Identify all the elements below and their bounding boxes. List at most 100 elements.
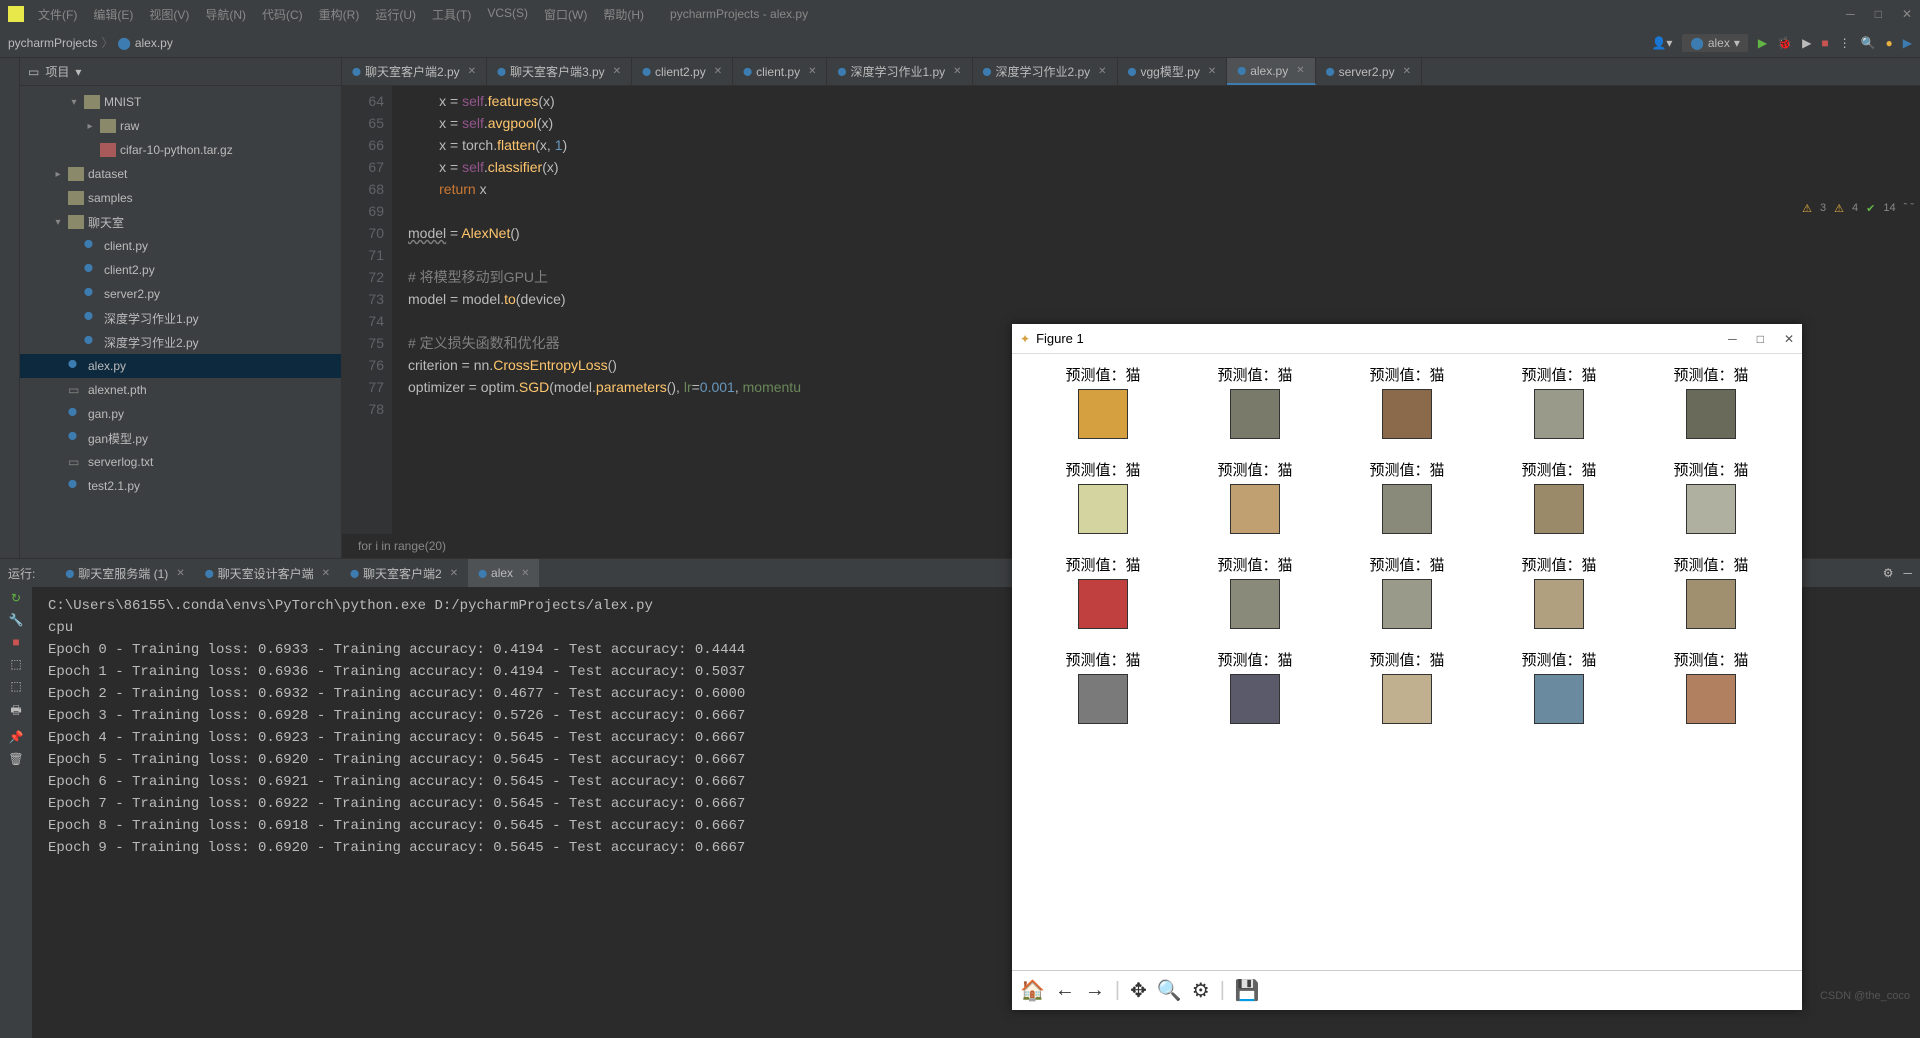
scroll-icon[interactable]: ⬚ xyxy=(10,679,21,693)
tree-item[interactable]: ▸dataset xyxy=(20,162,341,186)
menu-item[interactable]: 帮助(H) xyxy=(597,4,650,25)
maximize-icon[interactable]: □ xyxy=(1875,7,1882,21)
close-tab-icon[interactable]: ✕ xyxy=(1098,66,1106,77)
left-tool-strip[interactable] xyxy=(0,58,20,558)
menu-item[interactable]: 工具(T) xyxy=(426,4,477,25)
close-tab-icon[interactable]: ✕ xyxy=(714,66,722,77)
stop-icon[interactable]: ■ xyxy=(1821,36,1828,50)
tree-item[interactable]: ⬤client.py xyxy=(20,234,341,258)
chevron-icon[interactable]: ˆ ˇ xyxy=(1904,202,1914,215)
subplots-icon[interactable]: ⚙ xyxy=(1192,978,1210,1003)
tree-item[interactable]: ⬤gan.py xyxy=(20,402,341,426)
tree-item[interactable]: ⬤深度学习作业1.py xyxy=(20,306,341,330)
menu-item[interactable]: VCS(S) xyxy=(481,4,534,25)
editor-tab[interactable]: ⬤深度学习作业2.py✕ xyxy=(973,58,1118,85)
editor-tab[interactable]: ⬤alex.py✕ xyxy=(1227,58,1315,85)
editor-tab[interactable]: ⬤server2.py✕ xyxy=(1316,58,1422,85)
inspections-widget[interactable]: ⚠3 ⚠4 ✔14 ˆ ˇ xyxy=(1802,202,1914,215)
menu-item[interactable]: 编辑(E) xyxy=(87,4,139,25)
wrench-icon[interactable]: 🔧 xyxy=(9,613,24,627)
minimize-icon[interactable]: ─ xyxy=(1846,7,1855,21)
prediction-cell: 预测值：猫 xyxy=(1032,554,1174,629)
more-icon[interactable]: ⋮ xyxy=(1839,36,1851,50)
print-icon[interactable]: 🖶 xyxy=(10,701,21,722)
menu-item[interactable]: 导航(N) xyxy=(199,4,252,25)
sidebar-header[interactable]: ▭ 项目 ▾ xyxy=(20,58,341,86)
run-tab[interactable]: ⬤聊天室客户端2✕ xyxy=(340,559,468,587)
close-icon[interactable]: ✕ xyxy=(1784,332,1794,346)
tree-item[interactable]: ▭alexnet.pth xyxy=(20,378,341,402)
tree-item[interactable]: ⬤test2.1.py xyxy=(20,474,341,498)
line-gutter: 646566676869707172737475767778 xyxy=(342,86,392,534)
editor-tab[interactable]: ⬤深度学习作业1.py✕ xyxy=(827,58,972,85)
trash-icon[interactable]: 🗑 xyxy=(8,752,23,766)
close-icon[interactable]: ✕ xyxy=(1902,7,1912,21)
sync-icon[interactable]: ▶ xyxy=(1903,36,1912,50)
home-icon[interactable]: 🏠 xyxy=(1020,978,1045,1003)
menu-item[interactable]: 视图(V) xyxy=(143,4,195,25)
debug-icon[interactable]: 🐞 xyxy=(1777,36,1792,50)
tree-item[interactable]: ⬤alex.py xyxy=(20,354,341,378)
tree-item[interactable]: ⬤gan模型.py xyxy=(20,426,341,450)
editor-tab[interactable]: ⬤client2.py✕ xyxy=(632,58,733,85)
close-tab-icon[interactable]: ✕ xyxy=(953,66,961,77)
tree-item[interactable]: ▭serverlog.txt xyxy=(20,450,341,474)
ide-update-icon[interactable]: ● xyxy=(1886,36,1893,50)
close-tab-icon[interactable]: ✕ xyxy=(1403,66,1411,77)
editor-tab[interactable]: ⬤vgg模型.py✕ xyxy=(1118,58,1228,85)
tree-item[interactable]: ▾聊天室 xyxy=(20,210,341,234)
menu-item[interactable]: 代码(C) xyxy=(256,4,309,25)
run-icon[interactable]: ▶ xyxy=(1758,36,1767,50)
maximize-icon[interactable]: □ xyxy=(1757,332,1764,346)
pan-icon[interactable]: ✥ xyxy=(1130,978,1147,1003)
sidebar-title: 项目 xyxy=(45,63,69,80)
pin-icon[interactable]: 📌 xyxy=(9,730,24,744)
minimize-icon[interactable]: ─ xyxy=(1728,332,1737,346)
close-tab-icon[interactable]: ✕ xyxy=(1296,65,1304,76)
thumbnail-image xyxy=(1382,579,1432,629)
tree-item[interactable]: ⬤server2.py xyxy=(20,282,341,306)
user-icon[interactable]: 👤▾ xyxy=(1651,36,1672,50)
figure-titlebar[interactable]: ✦ Figure 1 ─ □ ✕ xyxy=(1012,324,1802,354)
app-icon xyxy=(8,6,24,22)
tree-item[interactable]: ⬤client2.py xyxy=(20,258,341,282)
search-icon[interactable]: 🔍 xyxy=(1861,36,1876,50)
tree-item[interactable]: ▸raw xyxy=(20,114,341,138)
gear-icon[interactable]: ⚙ xyxy=(1883,566,1894,580)
hide-icon[interactable]: ─ xyxy=(1903,566,1912,580)
editor-tab[interactable]: ⬤client.py✕ xyxy=(733,58,827,85)
stop-icon[interactable]: ■ xyxy=(12,635,19,649)
close-tab-icon[interactable]: ✕ xyxy=(613,66,621,77)
run-tab[interactable]: ⬤alex✕ xyxy=(468,559,539,587)
breadcrumb-file[interactable]: alex.py xyxy=(135,36,173,50)
layout-icon[interactable]: ⬚ xyxy=(10,657,21,671)
editor-tab[interactable]: ⬤聊天室客户端2.py✕ xyxy=(342,58,487,85)
menu-item[interactable]: 窗口(W) xyxy=(538,4,593,25)
tree-item[interactable]: samples xyxy=(20,186,341,210)
breadcrumb[interactable]: pycharmProjects 〉 ⬤ alex.py xyxy=(8,34,173,51)
rerun-icon[interactable]: ↻ xyxy=(11,591,21,605)
chevron-down-icon[interactable]: ▾ xyxy=(75,65,81,79)
close-tab-icon[interactable]: ✕ xyxy=(468,66,476,77)
menu-item[interactable]: 文件(F) xyxy=(32,4,83,25)
project-tree[interactable]: ▾MNIST▸raw cifar-10-python.tar.gz▸datase… xyxy=(20,86,341,558)
tree-item[interactable]: ▾MNIST xyxy=(20,90,341,114)
tree-item[interactable]: ⬤深度学习作业2.py xyxy=(20,330,341,354)
run-tab[interactable]: ⬤聊天室设计客户端✕ xyxy=(195,559,340,587)
run-config-selector[interactable]: ⬤ alex ▾ xyxy=(1682,34,1747,52)
menu-item[interactable]: 运行(U) xyxy=(369,4,422,25)
tree-item[interactable]: cifar-10-python.tar.gz xyxy=(20,138,341,162)
back-icon[interactable]: ← xyxy=(1055,979,1075,1002)
menu-item[interactable]: 重构(R) xyxy=(313,4,366,25)
figure-window[interactable]: ✦ Figure 1 ─ □ ✕ 预测值：猫预测值：猫预测值：猫预测值：猫预测值… xyxy=(1012,324,1802,1010)
coverage-icon[interactable]: ▶ xyxy=(1802,36,1811,50)
zoom-icon[interactable]: 🔍 xyxy=(1157,978,1182,1003)
close-tab-icon[interactable]: ✕ xyxy=(1208,66,1216,77)
editor-tab[interactable]: ⬤聊天室客户端3.py✕ xyxy=(487,58,632,85)
forward-icon[interactable]: → xyxy=(1085,979,1105,1002)
breadcrumb-root[interactable]: pycharmProjects xyxy=(8,36,97,50)
save-icon[interactable]: 💾 xyxy=(1235,978,1260,1003)
close-tab-icon[interactable]: ✕ xyxy=(808,66,816,77)
run-tab[interactable]: ⬤聊天室服务端 (1)✕ xyxy=(55,559,194,587)
chevron-down-icon: ▾ xyxy=(1734,36,1740,50)
